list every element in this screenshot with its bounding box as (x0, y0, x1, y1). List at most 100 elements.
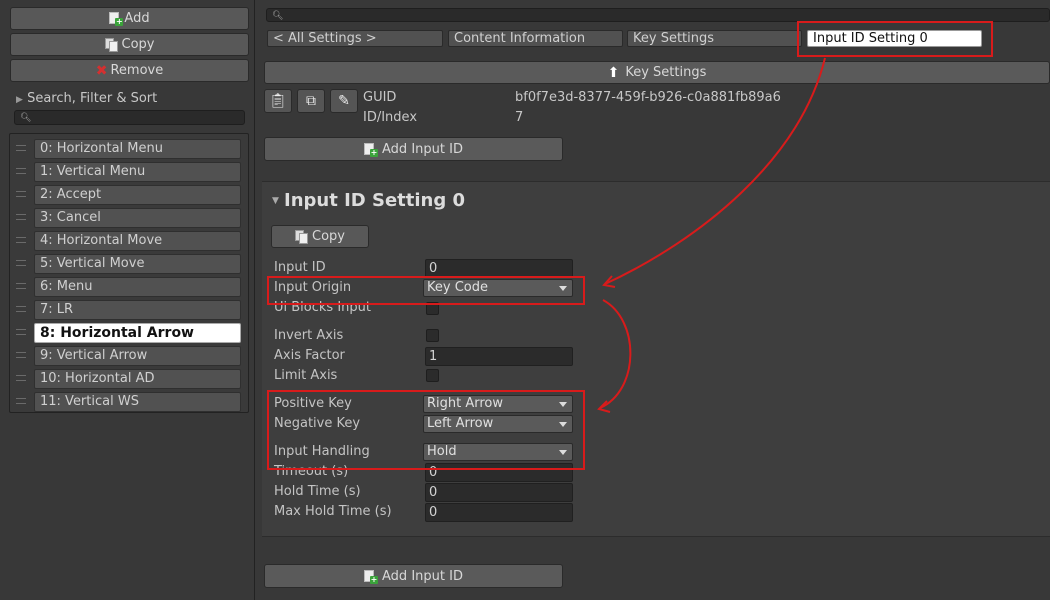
chevron-down-icon (559, 422, 567, 427)
input-id-list: 0: Horizontal Menu 1: Vertical Menu 2: A… (9, 133, 249, 413)
input-id-label: Input ID (274, 260, 326, 275)
negative-key-value: Left Arrow (427, 416, 494, 431)
breadcrumb-current[interactable]: Input ID Setting 0 (807, 30, 982, 47)
input-origin-dropdown[interactable]: Key Code (423, 279, 573, 297)
copy-icon (295, 229, 309, 244)
list-item-selected[interactable]: 8: Horizontal Arrow (10, 321, 248, 344)
guid-label: GUID (363, 90, 397, 105)
search-icon: 🔍︎ (272, 11, 284, 21)
list-item[interactable]: 5: Vertical Move (10, 252, 248, 275)
drag-handle-icon[interactable] (16, 237, 26, 243)
input-origin-value: Key Code (427, 280, 488, 295)
breadcrumb-content-information[interactable]: Content Information (448, 30, 623, 47)
add-input-id-label: Add Input ID (382, 141, 463, 157)
input-handling-value: Hold (427, 444, 457, 459)
add-input-id-button-bottom[interactable]: + Add Input ID (264, 564, 563, 588)
open-external-button[interactable]: ⧉ (297, 89, 325, 113)
drag-handle-icon[interactable] (16, 260, 26, 266)
negative-key-dropdown[interactable]: Left Arrow (423, 415, 573, 433)
key-settings-parent-label: Key Settings (625, 65, 707, 80)
drag-handle-icon[interactable] (16, 283, 26, 289)
chevron-down-icon (559, 402, 567, 407)
limit-axis-label: Limit Axis (274, 368, 338, 383)
arrow-up-icon: ⬆ (607, 64, 620, 81)
hold-time-label: Hold Time (s) (274, 484, 361, 499)
filter-foldout-label: Search, Filter & Sort (27, 91, 158, 106)
hold-time-field[interactable]: 0 (425, 483, 573, 502)
list-item[interactable]: 6: Menu (10, 275, 248, 298)
clipboard-icon: 📋︎ (269, 93, 287, 109)
list-item[interactable]: 3: Cancel (10, 206, 248, 229)
positive-key-dropdown[interactable]: Right Arrow (423, 395, 573, 413)
add-document-icon: + (364, 569, 379, 584)
limit-axis-checkbox[interactable] (426, 369, 439, 382)
breadcrumb-key-settings[interactable]: Key Settings (627, 30, 802, 47)
timeout-label: Timeout (s) (274, 464, 349, 479)
invert-axis-label: Invert Axis (274, 328, 344, 343)
setting-copy-button[interactable]: Copy (271, 225, 369, 248)
invert-axis-checkbox[interactable] (426, 329, 439, 342)
add-input-id-button-top[interactable]: + Add Input ID (264, 137, 563, 161)
positive-key-label: Positive Key (274, 396, 352, 411)
drag-handle-icon[interactable] (16, 375, 26, 381)
chevron-down-icon (559, 450, 567, 455)
ui-blocks-input-checkbox[interactable] (426, 302, 439, 315)
max-hold-time-field[interactable]: 0 (425, 503, 573, 522)
list-item[interactable]: 2: Accept (10, 183, 248, 206)
left-search-input[interactable]: 🔍︎ (14, 110, 245, 125)
list-item[interactable]: 11: Vertical WS (10, 390, 248, 413)
ui-blocks-input-label: Ui Blocks Input (274, 300, 371, 315)
chevron-down-icon (559, 286, 567, 291)
open-external-icon: ⧉ (306, 93, 316, 109)
search-icon: 🔍︎ (20, 113, 32, 123)
guid-value: bf0f7e3d-8377-459f-b926-c0a881fb89a6 (515, 90, 781, 105)
list-item[interactable]: 7: LR (10, 298, 248, 321)
timeout-field[interactable]: 0 (425, 463, 573, 482)
edit-icon: ✎ (338, 93, 350, 109)
drag-handle-icon[interactable] (16, 168, 26, 174)
filter-foldout[interactable]: ▶ Search, Filter & Sort (16, 91, 246, 107)
axis-factor-label: Axis Factor (274, 348, 345, 363)
drag-handle-icon[interactable] (16, 352, 26, 358)
drag-handle-icon[interactable] (16, 306, 26, 312)
section-title: Input ID Setting 0 (284, 190, 466, 211)
copy-button-label: Copy (121, 37, 155, 52)
input-id-field[interactable]: 0 (425, 259, 573, 278)
drag-handle-icon[interactable] (16, 329, 26, 335)
top-search-input[interactable]: 🔍︎ (266, 8, 1050, 22)
list-item[interactable]: 0: Horizontal Menu (10, 137, 248, 160)
add-document-icon: + (109, 12, 124, 26)
list-item[interactable]: 9: Vertical Arrow (10, 344, 248, 367)
remove-button[interactable]: ✖ Remove (10, 59, 249, 82)
index-label: ID/Index (363, 110, 418, 125)
remove-button-label: Remove (110, 63, 164, 78)
input-id-setting-section (262, 181, 1050, 537)
add-document-icon: + (364, 142, 379, 157)
positive-key-value: Right Arrow (427, 396, 504, 411)
key-settings-parent-button[interactable]: ⬆ Key Settings (264, 61, 1050, 84)
clipboard-button[interactable]: 📋︎ (264, 89, 292, 113)
drag-handle-icon[interactable] (16, 214, 26, 220)
drag-handle-icon[interactable] (16, 191, 26, 197)
setting-copy-label: Copy (312, 229, 345, 244)
edit-button[interactable]: ✎ (330, 89, 358, 113)
copy-button[interactable]: Copy (10, 33, 249, 56)
add-button[interactable]: + Add (10, 7, 249, 30)
copy-icon (104, 37, 119, 52)
list-item[interactable]: 4: Horizontal Move (10, 229, 248, 252)
index-value: 7 (515, 110, 524, 125)
foldout-arrow-icon: ▶ (16, 95, 23, 105)
add-input-id-bottom-label: Add Input ID (382, 568, 463, 584)
drag-handle-icon[interactable] (16, 145, 26, 151)
breadcrumb-all-settings[interactable]: < All Settings > (267, 30, 443, 47)
list-item[interactable]: 10: Horizontal AD (10, 367, 248, 390)
input-origin-label: Input Origin (274, 280, 352, 295)
max-hold-time-label: Max Hold Time (s) (274, 504, 392, 519)
remove-x-icon: ✖ (95, 62, 108, 79)
foldout-expanded-icon[interactable]: ▼ (272, 196, 279, 206)
input-handling-dropdown[interactable]: Hold (423, 443, 573, 461)
drag-handle-icon[interactable] (16, 398, 26, 404)
axis-factor-field[interactable]: 1 (425, 347, 573, 366)
input-handling-label: Input Handling (274, 444, 370, 459)
list-item[interactable]: 1: Vertical Menu (10, 160, 248, 183)
